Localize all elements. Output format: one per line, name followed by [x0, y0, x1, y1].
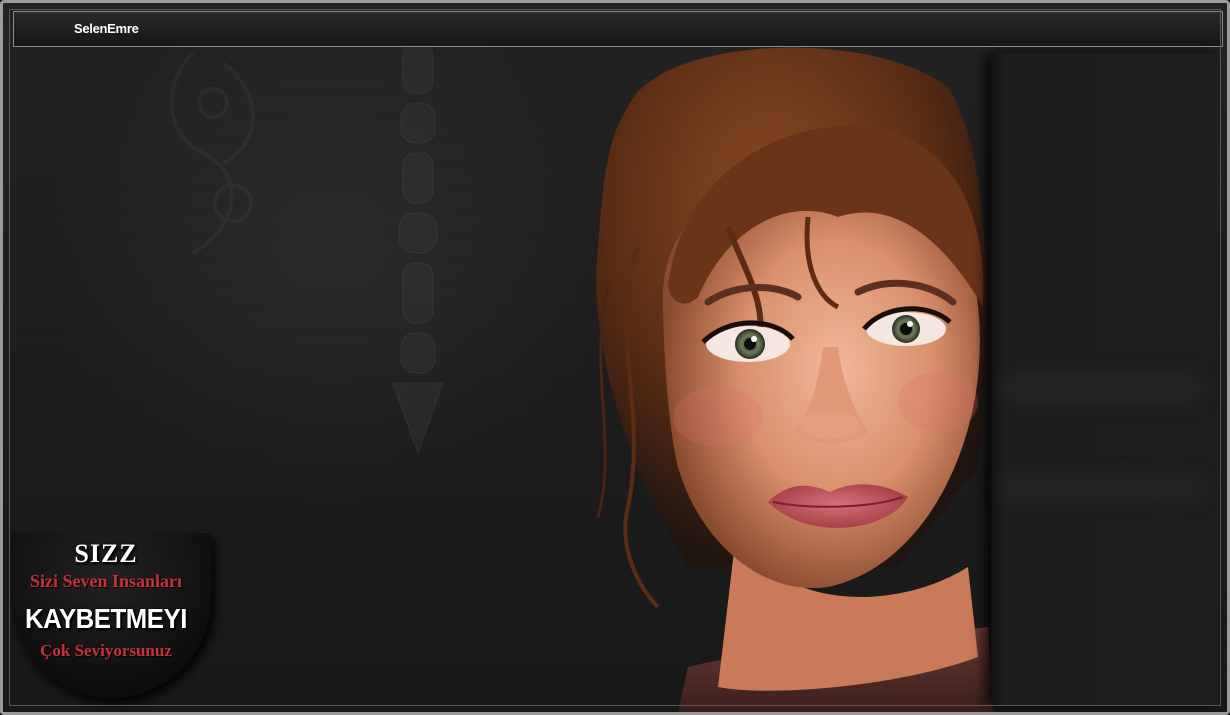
quote-line-1: SIZZ: [74, 539, 138, 568]
panel-shading: [1001, 473, 1201, 503]
side-panel: [991, 53, 1219, 705]
column-ornament-icon: [392, 43, 444, 455]
window-title: SelenEmre: [74, 21, 139, 36]
app-frame: SelenEmre SIZZ Sizi Seven Insanları KAYB…: [0, 0, 1230, 715]
portrait-icon: [596, 47, 993, 712]
quote-line-2: Sizi Seven Insanları: [29, 571, 183, 591]
title-bar: SelenEmre: [13, 11, 1223, 47]
quote-line-4: Çok Seviyorsunuz: [40, 641, 172, 660]
quote-line-3: KAYBETMEYI: [25, 603, 187, 634]
quote-badge: SIZZ Sizi Seven Insanları KAYBETMEYI Çok…: [11, 533, 211, 703]
ornament-decoration-icon: [169, 51, 255, 255]
panel-shading: [1001, 373, 1201, 403]
